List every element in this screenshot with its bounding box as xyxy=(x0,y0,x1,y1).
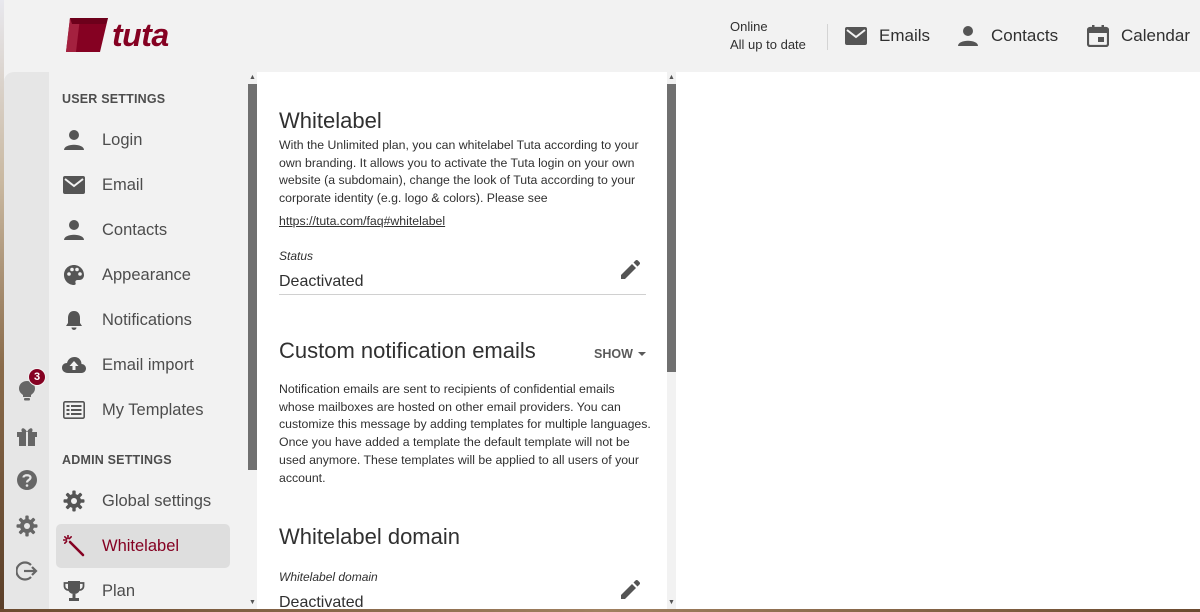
admin-settings-heading: ADMIN SETTINGS xyxy=(62,453,172,467)
bell-icon xyxy=(66,311,82,330)
status-label: Status xyxy=(279,249,314,263)
sidebar-item-label: Whitelabel xyxy=(102,536,180,555)
show-toggle-button[interactable]: SHOW xyxy=(594,347,647,361)
nav-scrollbar[interactable] xyxy=(248,84,257,470)
sidebar-item-email-import[interactable]: Email import xyxy=(56,343,230,387)
sidebar-item-contacts[interactable]: Contacts xyxy=(56,208,230,252)
header-divider xyxy=(827,24,828,50)
custom-notification-description: Notification emails are sent to recipien… xyxy=(279,382,651,485)
sidebar-item-notifications[interactable]: Notifications xyxy=(56,298,230,342)
content-scroll-down-arrow[interactable]: ▼ xyxy=(668,599,675,606)
nav-scroll-up-arrow[interactable]: ▲ xyxy=(249,74,256,81)
mail-icon xyxy=(63,176,85,194)
sidebar-item-appearance[interactable]: Appearance xyxy=(56,253,230,297)
sidebar-item-plan[interactable]: Plan xyxy=(56,569,230,612)
help-icon[interactable] xyxy=(16,469,38,491)
edit-whitelabel-domain-icon[interactable] xyxy=(619,579,641,601)
show-label: SHOW xyxy=(594,347,633,361)
person-icon xyxy=(64,220,84,240)
person-icon xyxy=(64,130,84,150)
gift-icon[interactable] xyxy=(16,425,38,447)
app-header: tuta Online All up to date Emails Contac… xyxy=(4,0,1200,72)
palette-icon xyxy=(64,265,84,285)
tuta-logo[interactable]: tuta xyxy=(66,14,169,56)
sidebar-item-label: Notifications xyxy=(102,310,192,329)
gear-icon xyxy=(63,490,85,512)
sidebar-item-label: Global settings xyxy=(102,491,212,510)
sidebar-item-label: Email xyxy=(102,175,144,194)
sidebar-item-global-settings[interactable]: Global settings xyxy=(56,479,230,523)
person-icon xyxy=(958,26,978,46)
sidebar-item-label: Email import xyxy=(102,355,194,374)
nav-contacts-button[interactable]: Contacts xyxy=(957,22,1058,50)
sidebar-item-label: Contacts xyxy=(102,220,168,239)
online-status: Online xyxy=(730,19,768,34)
logout-icon[interactable] xyxy=(16,560,38,582)
settings-navigation: USER SETTINGS Login Email Contacts Appea… xyxy=(49,72,249,612)
nav-emails-label: Emails xyxy=(879,26,931,45)
nav-calendar-label: Calendar xyxy=(1121,26,1190,45)
sync-status-detail: All up to date xyxy=(730,37,806,52)
cloud-upload-icon xyxy=(62,357,86,373)
sidebar-item-login[interactable]: Login xyxy=(56,118,230,162)
status-value: Deactivated xyxy=(279,273,364,290)
tuta-logo-icon xyxy=(66,18,108,52)
nav-emails-button[interactable]: Emails xyxy=(845,22,930,50)
content-scroll-up-arrow[interactable]: ▲ xyxy=(668,74,675,81)
logo-text: tuta xyxy=(112,16,169,53)
chevron-down-icon xyxy=(637,352,646,356)
nav-calendar-button[interactable]: Calendar xyxy=(1087,22,1190,50)
whitelabel-faq-link[interactable]: https://tuta.com/faq#whitelabel xyxy=(279,214,445,228)
settings-icon[interactable] xyxy=(16,515,38,537)
mail-icon xyxy=(845,27,867,45)
calendar-icon xyxy=(1087,25,1109,47)
status-field-underline xyxy=(279,294,646,295)
sidebar-item-whitelabel[interactable]: Whitelabel xyxy=(56,524,230,568)
whitelabel-description: With the Unlimited plan, you can whitela… xyxy=(279,138,639,206)
whitelabel-domain-title: Whitelabel domain xyxy=(279,524,460,549)
settings-detail-panel: Whitelabel With the Unlimited plan, you … xyxy=(257,72,667,612)
magic-wand-icon xyxy=(63,535,85,557)
template-icon xyxy=(63,401,85,419)
nav-scroll-down-arrow[interactable]: ▼ xyxy=(249,599,256,606)
sync-status: Online All up to date xyxy=(730,18,806,54)
whitelabel-domain-label: Whitelabel domain xyxy=(279,570,378,584)
nav-contacts-label: Contacts xyxy=(991,26,1059,45)
custom-notification-title: Custom notification emails xyxy=(279,338,536,363)
sidebar-item-label: My Templates xyxy=(102,400,204,419)
sidebar-item-email[interactable]: Email xyxy=(56,163,230,207)
sidebar-item-label: Appearance xyxy=(102,265,191,284)
whitelabel-title: Whitelabel xyxy=(279,108,382,133)
sidebar-item-label: Login xyxy=(102,130,143,149)
sidebar-item-my-templates[interactable]: My Templates xyxy=(56,388,230,432)
news-badge: 3 xyxy=(28,368,46,386)
content-scrollbar[interactable] xyxy=(667,84,676,372)
empty-detail-pane xyxy=(676,72,1200,612)
edit-status-icon[interactable] xyxy=(619,259,641,281)
user-settings-heading: USER SETTINGS xyxy=(62,92,166,106)
sidebar-item-label: Plan xyxy=(102,581,136,600)
trophy-icon xyxy=(63,581,85,601)
